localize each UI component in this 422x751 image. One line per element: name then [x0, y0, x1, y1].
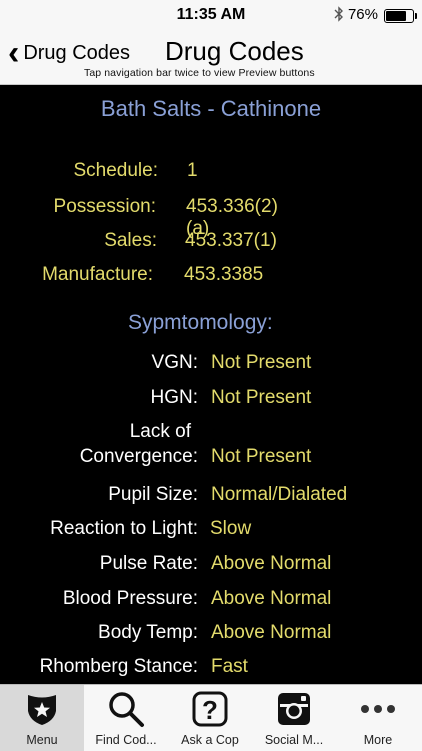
tab-label: Menu — [26, 733, 58, 747]
symptom-value: Above Normal — [211, 588, 332, 609]
battery-percent: 76% — [347, 6, 378, 23]
symptom-label: Pupil Size: — [108, 484, 198, 505]
code-label: Manufacture: — [42, 264, 153, 285]
tab-menu[interactable]: Menu — [0, 685, 84, 751]
tab-social-media[interactable]: Social M... — [252, 685, 336, 751]
symptom-value: Not Present — [211, 446, 312, 467]
tab-label: Ask a Cop — [181, 733, 239, 747]
code-value: 1 — [187, 160, 198, 181]
tab-label: More — [363, 733, 393, 747]
status-bar: 11:35 AM 76% — [0, 0, 422, 30]
code-value: 453.337(1) — [185, 230, 277, 251]
bluetooth-icon — [334, 6, 344, 25]
question-icon: ? — [168, 691, 252, 727]
symptom-label: Blood Pressure: — [62, 588, 198, 609]
chevron-left-icon: ‹ — [8, 34, 20, 72]
symptom-value: Normal/Dialated — [211, 484, 348, 505]
symptom-label: Body Temp: — [98, 622, 198, 643]
symptom-label-line1: Lack of — [129, 421, 191, 442]
symptom-value: Fast — [211, 656, 248, 677]
more-dots-icon — [336, 691, 420, 727]
svg-text:?: ? — [202, 695, 218, 725]
symptom-label: Reaction to Light: — [50, 518, 198, 539]
symptom-label: HGN: — [150, 387, 199, 408]
instagram-icon — [252, 691, 336, 727]
symptom-value: Not Present — [211, 352, 312, 373]
tab-ask-a-cop[interactable]: ? Ask a Cop — [168, 685, 252, 751]
code-value: 453.3385 — [184, 264, 264, 285]
tab-label: Find Cod... — [95, 733, 157, 747]
tab-find-codes[interactable]: Find Cod... — [84, 685, 168, 751]
back-button[interactable]: ‹ Drug Codes — [8, 34, 131, 72]
tab-more[interactable]: More — [336, 685, 420, 751]
navigation-bar[interactable]: ‹ Drug Codes Drug Codes Tap navigation b… — [0, 30, 422, 85]
drug-title: Bath Salts - Cathinone — [100, 96, 322, 121]
nav-hint: Tap navigation bar twice to view Preview… — [84, 67, 315, 79]
code-label: Sales: — [104, 230, 157, 251]
symptom-value: Above Normal — [211, 622, 332, 643]
symptom-value: Slow — [210, 518, 252, 539]
page-title: Drug Codes — [165, 36, 304, 66]
symptom-label-line2: Convergence: — [79, 446, 198, 467]
symptom-label: Pulse Rate: — [99, 553, 198, 574]
battery-icon — [384, 9, 417, 23]
symptom-label: VGN: — [151, 352, 198, 373]
symptomology-heading: Sypmtomology: — [128, 311, 273, 334]
symptom-label: Rhomberg Stance: — [39, 656, 198, 677]
tab-bar: Menu Find Cod... ? Ask a Cop Social M...… — [0, 684, 422, 751]
symptom-value: Not Present — [211, 387, 312, 408]
badge-star-icon — [0, 691, 84, 727]
code-label: Possession: — [53, 196, 156, 217]
back-label: Drug Codes — [23, 41, 131, 64]
search-icon — [84, 691, 168, 727]
code-label: Schedule: — [73, 160, 158, 181]
symptom-value: Above Normal — [211, 553, 332, 574]
tab-label: Social M... — [264, 733, 324, 747]
